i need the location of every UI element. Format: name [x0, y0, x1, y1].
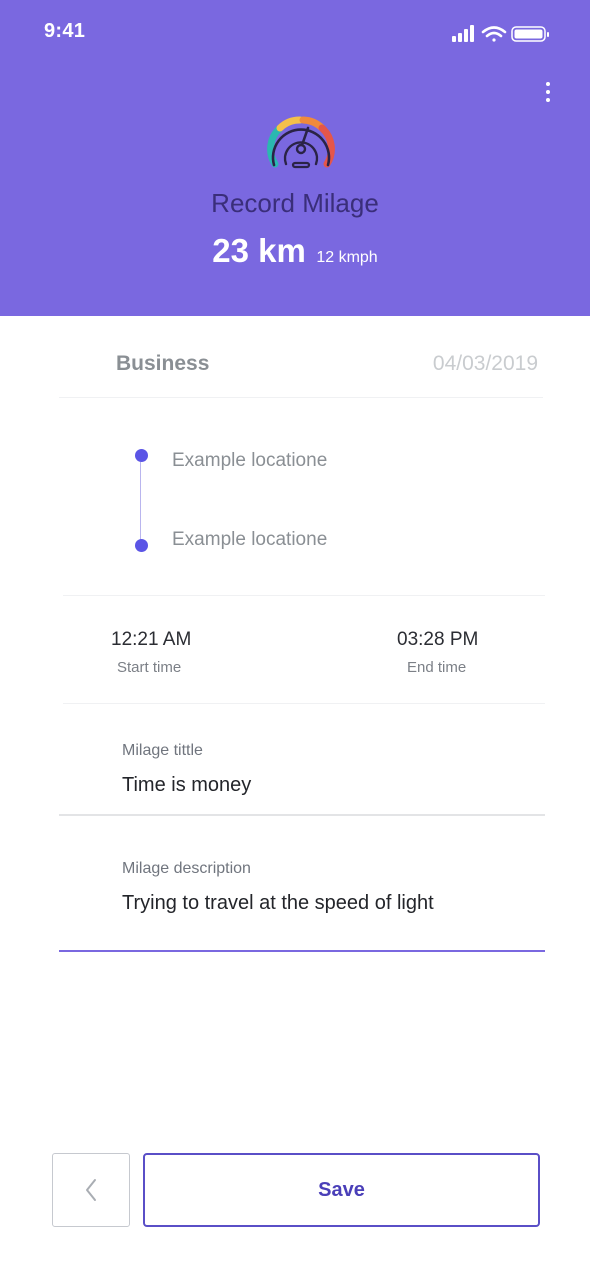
milage-description-input[interactable]: Trying to travel at the speed of light: [122, 892, 434, 915]
milage-title-label: Milage tittle: [122, 742, 203, 759]
divider: [63, 595, 545, 596]
divider: [59, 397, 543, 398]
back-button[interactable]: [52, 1153, 130, 1227]
chevron-left-icon: [86, 1179, 96, 1201]
trip-date[interactable]: 04/03/2019: [433, 352, 538, 376]
page-title: Record Milage: [211, 188, 379, 218]
more-options-button[interactable]: [538, 80, 558, 104]
end-time-label: End time: [407, 659, 467, 676]
milage-title-underline: [59, 814, 545, 816]
divider: [63, 703, 545, 704]
status-time: 9:41: [44, 20, 86, 42]
dot-icon: [546, 90, 550, 94]
save-button[interactable]: Save: [143, 1153, 540, 1227]
start-time-value[interactable]: 12:21 AM: [111, 629, 191, 651]
route-line: [140, 462, 141, 542]
signal-icon: [452, 25, 474, 42]
dot-icon: [546, 98, 550, 102]
wifi-icon: [481, 26, 507, 42]
speed-value: 12 kmph: [316, 249, 378, 266]
end-time-value[interactable]: 03:28 PM: [397, 629, 478, 651]
battery-icon: [511, 26, 549, 42]
distance-summary: 23 km 12 kmph: [0, 232, 590, 270]
header: 9:41 Record Milage 23 km 12 kmph: [0, 0, 590, 316]
start-location-dot: [135, 449, 148, 462]
milage-description-label: Milage description: [122, 860, 251, 877]
start-time-label: Start time: [117, 659, 182, 676]
speedometer-icon: [267, 116, 335, 169]
status-icons: [452, 25, 549, 42]
trip-category[interactable]: Business: [116, 352, 209, 376]
dot-icon: [546, 82, 550, 86]
milage-description-underline: [59, 950, 545, 952]
end-location[interactable]: Example locatione: [172, 529, 327, 551]
milage-title-input[interactable]: Time is money: [122, 774, 251, 797]
end-location-dot: [135, 539, 148, 552]
distance-value: 23 km: [212, 232, 306, 269]
start-location[interactable]: Example locatione: [172, 450, 327, 472]
